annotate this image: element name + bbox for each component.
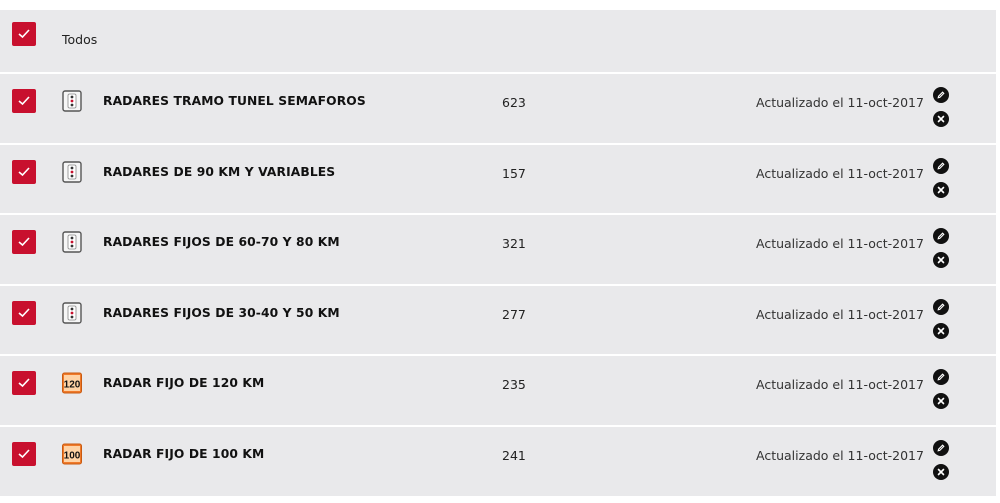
item-count: 235 [502,377,526,393]
traffic-light-icon [62,90,82,112]
list-item: RADARES FIJOS DE 60-70 Y 80 KM 321 Actua… [0,215,996,286]
speed-sign-icon: 120 [62,372,82,394]
close-icon [937,186,945,193]
traffic-light-icon [62,231,82,253]
item-count: 241 [502,447,526,463]
pencil-icon [937,232,945,240]
item-count: 157 [502,165,526,181]
check-icon [18,378,30,388]
item-updated: Actualizado el 11-oct-2017 [756,447,924,463]
pencil-icon [937,303,945,311]
item-count: 623 [502,95,526,110]
item-name: RADAR FIJO DE 100 KM [103,446,265,461]
pencil-icon [937,444,945,452]
select-all-label: Todos [62,32,98,47]
item-updated: Actualizado el 11-oct-2017 [756,165,924,181]
item-name: RADARES FIJOS DE 30-40 Y 50 KM [103,305,340,320]
edit-button[interactable] [933,157,949,174]
delete-button[interactable] [933,181,949,198]
check-icon [18,308,30,317]
list-item: 120 RADAR FIJO DE 120 KM 235 Actualizado… [0,356,996,427]
check-icon [18,167,30,176]
item-checkbox[interactable] [12,159,36,184]
check-icon [18,96,30,106]
speed-sign-value: 100 [64,450,81,461]
traffic-light-icon [62,302,82,324]
item-checkbox[interactable] [12,230,36,255]
item-updated: Actualizado el 11-oct-2017 [756,377,924,393]
item-updated: Actualizado el 11-oct-2017 [756,95,924,110]
item-name: RADARES DE 90 KM Y VARIABLES [103,164,336,179]
list-item: RADARES DE 90 KM Y VARIABLES 157 Actuali… [0,144,996,216]
item-count: 277 [502,306,526,322]
close-icon [937,256,945,264]
item-checkbox[interactable] [12,89,36,113]
traffic-light-icon [62,160,82,183]
edit-button[interactable] [933,87,949,103]
delete-button[interactable] [933,393,949,410]
close-icon [937,327,945,335]
pencil-icon [937,373,945,381]
pencil-icon [937,91,945,99]
speed-sign-value: 120 [64,380,81,391]
delete-button[interactable] [933,111,949,127]
item-updated: Actualizado el 11-oct-2017 [756,306,924,322]
item-updated: Actualizado el 11-oct-2017 [756,236,924,252]
radar-list: Todos RADARES TRAMO TUNEL SEMAFOROS 623 … [0,10,996,498]
edit-button[interactable] [933,228,949,245]
close-icon [937,468,945,476]
edit-button[interactable] [933,298,949,315]
item-checkbox[interactable] [12,300,36,325]
edit-button[interactable] [933,369,949,386]
list-item: RADARES FIJOS DE 30-40 Y 50 KM 277 Actua… [0,285,996,357]
item-checkbox[interactable] [12,441,36,466]
edit-button[interactable] [933,439,949,456]
list-item: RADARES TRAMO TUNEL SEMAFOROS 623 Actual… [0,74,996,145]
close-icon [937,398,945,405]
pencil-icon [937,162,945,170]
check-icon [18,29,30,39]
speed-sign-icon: 100 [62,443,82,465]
select-all-checkbox[interactable] [12,22,36,46]
delete-button[interactable] [933,463,949,480]
close-icon [937,115,945,123]
check-icon [18,449,30,459]
check-icon [18,237,30,247]
item-checkbox[interactable] [12,371,36,396]
item-name: RADARES TRAMO TUNEL SEMAFOROS [103,94,366,108]
item-name: RADAR FIJO DE 120 KM [103,376,265,391]
delete-button[interactable] [933,322,949,339]
delete-button[interactable] [933,252,949,269]
select-all-row: Todos [0,10,996,74]
list-item: 100 RADAR FIJO DE 100 KM 241 Actualizado… [0,426,996,498]
item-count: 321 [502,236,526,252]
item-name: RADARES FIJOS DE 60-70 Y 80 KM [103,235,340,250]
